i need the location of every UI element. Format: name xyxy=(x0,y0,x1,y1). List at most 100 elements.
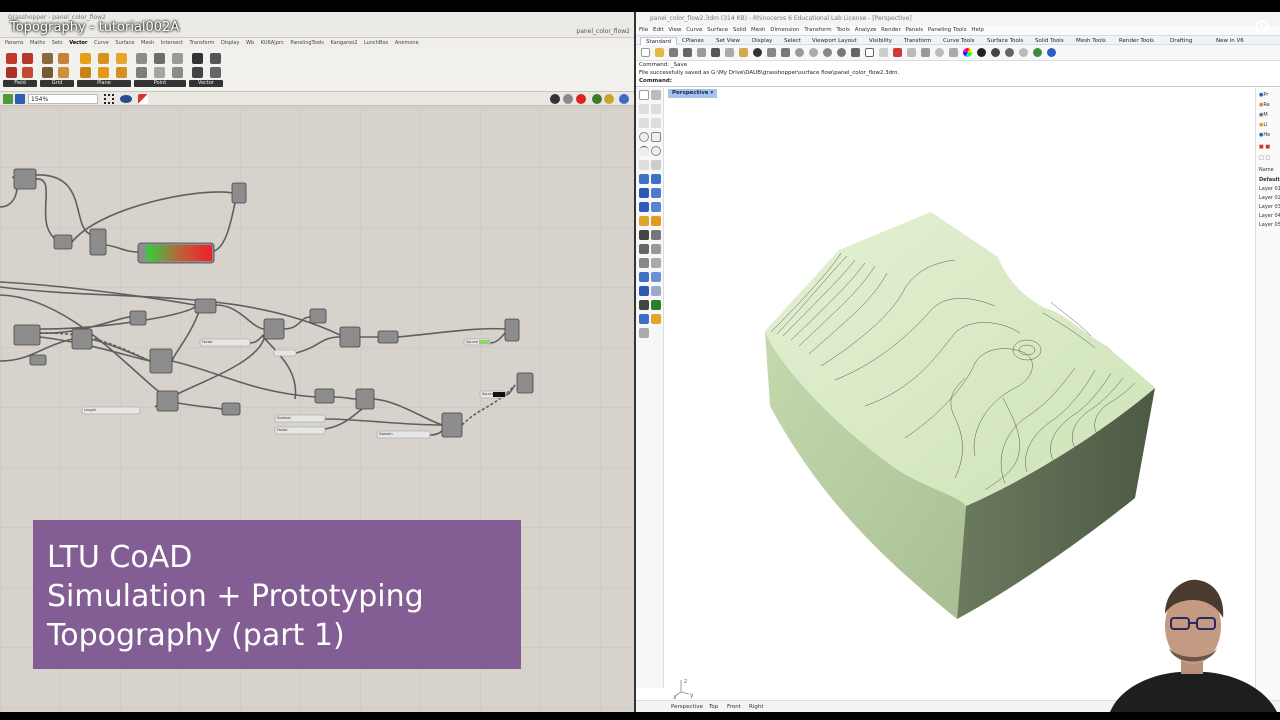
tab-new-in-v6[interactable]: New in V6 xyxy=(1216,37,1244,45)
plane-icon[interactable] xyxy=(98,53,109,64)
line-tool-icon[interactable] xyxy=(639,104,649,114)
menu-edit[interactable]: Edit xyxy=(653,26,664,35)
tab-cplanes[interactable]: CPlanes xyxy=(682,37,704,45)
layer-row-default[interactable]: Default xyxy=(1259,176,1280,184)
field-icon[interactable] xyxy=(6,53,17,64)
zoom-extents-icon[interactable] xyxy=(823,48,832,57)
dimension-tool-icon[interactable] xyxy=(639,230,649,240)
menu-analyze[interactable]: Analyze xyxy=(855,26,877,35)
ribbon-group-grid[interactable]: Grid xyxy=(40,80,74,87)
vector-icon[interactable] xyxy=(210,53,221,64)
gh-component[interactable] xyxy=(339,326,361,348)
tab-mesh-tools[interactable]: Mesh Tools xyxy=(1076,37,1106,45)
surface-tool-icon[interactable] xyxy=(639,174,649,184)
text-tool-icon[interactable] xyxy=(651,160,661,170)
transform-tool-icon[interactable] xyxy=(639,272,649,282)
gh-component[interactable] xyxy=(149,348,173,374)
environment-icon[interactable] xyxy=(1019,48,1028,57)
curve-tool-icon[interactable] xyxy=(639,118,649,128)
save-file-icon[interactable] xyxy=(15,94,25,104)
fillet-tool-icon[interactable] xyxy=(639,244,649,254)
zoom-selected-icon[interactable] xyxy=(837,48,846,57)
transform-tool-icon[interactable] xyxy=(651,272,661,282)
point-icon[interactable] xyxy=(154,53,165,64)
gh-component[interactable] xyxy=(263,318,285,340)
preview-wire-icon[interactable] xyxy=(563,94,573,104)
solid-tool-icon[interactable] xyxy=(651,188,661,198)
open-file-icon[interactable] xyxy=(655,48,664,57)
color-wheel-icon[interactable] xyxy=(963,48,972,57)
tab-drafting[interactable]: Drafting xyxy=(1170,37,1192,45)
menu-paneling-tools[interactable]: Paneling Tools xyxy=(928,26,967,35)
curve-tool-icon[interactable] xyxy=(651,118,661,128)
plane-icon[interactable] xyxy=(80,53,91,64)
gh-tab-vector[interactable]: Vector xyxy=(69,38,87,48)
menu-file[interactable]: File xyxy=(639,26,648,35)
preview-eye-icon[interactable] xyxy=(120,95,132,103)
light-tool-icon[interactable] xyxy=(651,216,661,226)
field-icon[interactable] xyxy=(22,67,33,78)
ellipse-tool-icon[interactable] xyxy=(651,146,661,156)
ribbon-group-field[interactable]: Field xyxy=(3,80,37,87)
grid-icon[interactable] xyxy=(58,53,69,64)
zoom-icon[interactable] xyxy=(795,48,804,57)
tab-select[interactable]: Select xyxy=(784,37,801,45)
gh-component[interactable] xyxy=(309,308,327,324)
preview-color-icon[interactable] xyxy=(604,94,614,104)
grid-icon[interactable] xyxy=(42,67,53,78)
panel-tab-materials[interactable]: ●M xyxy=(1259,111,1268,119)
watch-later-icon[interactable] xyxy=(1255,20,1269,34)
gh-tab-kuka[interactable]: KUKA|prc xyxy=(261,38,284,48)
array-tool-icon[interactable] xyxy=(651,286,661,296)
tab-solid-tools[interactable]: Solid Tools xyxy=(1035,37,1064,45)
fillet-tool-icon[interactable] xyxy=(651,244,661,254)
plane-icon[interactable] xyxy=(98,67,109,78)
gh-tab-mesh[interactable]: Mesh xyxy=(141,38,154,48)
rotate-view-icon[interactable] xyxy=(781,48,790,57)
tab-render-tools[interactable]: Render Tools xyxy=(1119,37,1154,45)
gh-component[interactable] xyxy=(314,388,335,404)
gh-component[interactable] xyxy=(53,234,73,250)
tab-display[interactable]: Display xyxy=(752,37,772,45)
pan-icon[interactable] xyxy=(767,48,776,57)
grid-icon[interactable] xyxy=(879,48,888,57)
gh-component[interactable] xyxy=(156,390,179,412)
field-icon[interactable] xyxy=(6,67,17,78)
menu-transform[interactable]: Transform xyxy=(804,26,831,35)
ribbon-group-plane[interactable]: Plane xyxy=(77,80,131,87)
copy-icon[interactable] xyxy=(725,48,734,57)
gh-component[interactable] xyxy=(516,372,534,394)
preview-selected-icon[interactable] xyxy=(592,94,602,104)
shaded-sphere-icon[interactable] xyxy=(991,48,1000,57)
grasshopper-icon[interactable] xyxy=(1033,48,1042,57)
gh-component[interactable] xyxy=(29,354,47,366)
zoom-window-icon[interactable] xyxy=(809,48,818,57)
layer-row[interactable]: Layer 03 xyxy=(1259,203,1280,211)
ribbon-group-point[interactable]: Point xyxy=(134,80,186,87)
gh-tab-kangaroo2[interactable]: Kangaroo2 xyxy=(330,38,357,48)
array-tool-icon[interactable] xyxy=(639,286,649,296)
vector-icon[interactable] xyxy=(210,67,221,78)
gh-component[interactable] xyxy=(221,402,241,416)
light-tool-icon[interactable] xyxy=(639,216,649,226)
arc-tool-icon[interactable] xyxy=(639,146,649,156)
tab-transform[interactable]: Transform xyxy=(904,37,931,45)
menu-dimension[interactable]: Dimension xyxy=(770,26,799,35)
layer-row[interactable]: Layer 04 xyxy=(1259,212,1280,220)
vector-icon[interactable] xyxy=(192,67,203,78)
edit-tool-icon[interactable] xyxy=(639,258,649,268)
layer-icon[interactable] xyxy=(893,48,902,57)
menu-solid[interactable]: Solid xyxy=(733,26,746,35)
point-icon[interactable] xyxy=(136,53,147,64)
polyline-tool-icon[interactable] xyxy=(651,104,661,114)
viewport-tab-front[interactable]: Front xyxy=(727,703,741,711)
print-icon[interactable] xyxy=(683,48,692,57)
undo-icon[interactable] xyxy=(753,48,762,57)
layer-row[interactable]: Layer 02 xyxy=(1259,194,1280,202)
gh-component[interactable] xyxy=(13,168,37,190)
gh-component[interactable] xyxy=(71,328,93,350)
menu-surface[interactable]: Surface xyxy=(707,26,728,35)
more-tools-icon[interactable] xyxy=(639,328,649,338)
gh-tab-params[interactable]: Params xyxy=(5,38,23,48)
preview-mode-icon[interactable] xyxy=(550,94,560,104)
